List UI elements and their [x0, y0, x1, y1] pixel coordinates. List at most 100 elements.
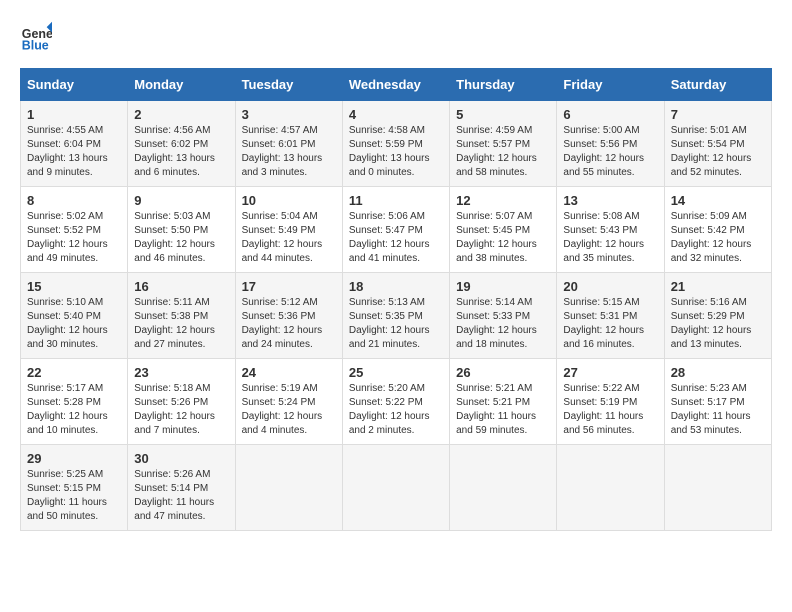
- day-number: 23: [134, 365, 228, 380]
- day-info: Sunrise: 5:00 AMSunset: 5:56 PMDaylight:…: [563, 124, 657, 180]
- day-cell: 18 Sunrise: 5:13 AMSunset: 5:35 PMDaylig…: [342, 273, 449, 359]
- day-cell: 15 Sunrise: 5:10 AMSunset: 5:40 PMDaylig…: [21, 273, 128, 359]
- day-cell: 27 Sunrise: 5:22 AMSunset: 5:19 PMDaylig…: [557, 359, 664, 445]
- day-info: Sunrise: 5:01 AMSunset: 5:54 PMDaylight:…: [671, 124, 765, 180]
- day-cell: 6 Sunrise: 5:00 AMSunset: 5:56 PMDayligh…: [557, 101, 664, 187]
- day-cell: 12 Sunrise: 5:07 AMSunset: 5:45 PMDaylig…: [450, 187, 557, 273]
- day-cell: 22 Sunrise: 5:17 AMSunset: 5:28 PMDaylig…: [21, 359, 128, 445]
- day-cell: 26 Sunrise: 5:21 AMSunset: 5:21 PMDaylig…: [450, 359, 557, 445]
- header-cell-sunday: Sunday: [21, 69, 128, 101]
- day-number: 7: [671, 107, 765, 122]
- day-info: Sunrise: 5:25 AMSunset: 5:15 PMDaylight:…: [27, 468, 121, 524]
- day-info: Sunrise: 5:18 AMSunset: 5:26 PMDaylight:…: [134, 382, 228, 438]
- day-number: 21: [671, 279, 765, 294]
- day-cell: 23 Sunrise: 5:18 AMSunset: 5:26 PMDaylig…: [128, 359, 235, 445]
- day-cell: 5 Sunrise: 4:59 AMSunset: 5:57 PMDayligh…: [450, 101, 557, 187]
- day-info: Sunrise: 5:20 AMSunset: 5:22 PMDaylight:…: [349, 382, 443, 438]
- day-cell: 3 Sunrise: 4:57 AMSunset: 6:01 PMDayligh…: [235, 101, 342, 187]
- day-info: Sunrise: 5:13 AMSunset: 5:35 PMDaylight:…: [349, 296, 443, 352]
- day-cell: [342, 445, 449, 531]
- day-info: Sunrise: 4:56 AMSunset: 6:02 PMDaylight:…: [134, 124, 228, 180]
- day-cell: [664, 445, 771, 531]
- day-cell: 13 Sunrise: 5:08 AMSunset: 5:43 PMDaylig…: [557, 187, 664, 273]
- day-info: Sunrise: 5:14 AMSunset: 5:33 PMDaylight:…: [456, 296, 550, 352]
- day-cell: 29 Sunrise: 5:25 AMSunset: 5:15 PMDaylig…: [21, 445, 128, 531]
- day-info: Sunrise: 4:58 AMSunset: 5:59 PMDaylight:…: [349, 124, 443, 180]
- day-info: Sunrise: 5:09 AMSunset: 5:42 PMDaylight:…: [671, 210, 765, 266]
- day-info: Sunrise: 5:15 AMSunset: 5:31 PMDaylight:…: [563, 296, 657, 352]
- header-row: SundayMondayTuesdayWednesdayThursdayFrid…: [21, 69, 772, 101]
- day-cell: 16 Sunrise: 5:11 AMSunset: 5:38 PMDaylig…: [128, 273, 235, 359]
- day-info: Sunrise: 5:23 AMSunset: 5:17 PMDaylight:…: [671, 382, 765, 438]
- page-header: General Blue: [20, 20, 772, 52]
- day-cell: 10 Sunrise: 5:04 AMSunset: 5:49 PMDaylig…: [235, 187, 342, 273]
- day-number: 19: [456, 279, 550, 294]
- day-number: 20: [563, 279, 657, 294]
- day-cell: 11 Sunrise: 5:06 AMSunset: 5:47 PMDaylig…: [342, 187, 449, 273]
- day-info: Sunrise: 5:26 AMSunset: 5:14 PMDaylight:…: [134, 468, 228, 524]
- day-number: 22: [27, 365, 121, 380]
- day-cell: 21 Sunrise: 5:16 AMSunset: 5:29 PMDaylig…: [664, 273, 771, 359]
- day-number: 4: [349, 107, 443, 122]
- day-number: 2: [134, 107, 228, 122]
- day-cell: [235, 445, 342, 531]
- day-cell: 17 Sunrise: 5:12 AMSunset: 5:36 PMDaylig…: [235, 273, 342, 359]
- day-number: 9: [134, 193, 228, 208]
- day-info: Sunrise: 5:10 AMSunset: 5:40 PMDaylight:…: [27, 296, 121, 352]
- header-cell-thursday: Thursday: [450, 69, 557, 101]
- day-cell: [450, 445, 557, 531]
- header-cell-monday: Monday: [128, 69, 235, 101]
- day-cell: 20 Sunrise: 5:15 AMSunset: 5:31 PMDaylig…: [557, 273, 664, 359]
- logo: General Blue: [20, 20, 56, 52]
- day-number: 18: [349, 279, 443, 294]
- day-cell: 14 Sunrise: 5:09 AMSunset: 5:42 PMDaylig…: [664, 187, 771, 273]
- header-cell-saturday: Saturday: [664, 69, 771, 101]
- day-number: 11: [349, 193, 443, 208]
- day-number: 6: [563, 107, 657, 122]
- day-cell: 7 Sunrise: 5:01 AMSunset: 5:54 PMDayligh…: [664, 101, 771, 187]
- week-row-3: 15 Sunrise: 5:10 AMSunset: 5:40 PMDaylig…: [21, 273, 772, 359]
- day-number: 14: [671, 193, 765, 208]
- day-info: Sunrise: 5:12 AMSunset: 5:36 PMDaylight:…: [242, 296, 336, 352]
- day-info: Sunrise: 5:06 AMSunset: 5:47 PMDaylight:…: [349, 210, 443, 266]
- day-cell: 24 Sunrise: 5:19 AMSunset: 5:24 PMDaylig…: [235, 359, 342, 445]
- day-number: 5: [456, 107, 550, 122]
- day-number: 15: [27, 279, 121, 294]
- day-cell: [557, 445, 664, 531]
- day-cell: 28 Sunrise: 5:23 AMSunset: 5:17 PMDaylig…: [664, 359, 771, 445]
- day-number: 26: [456, 365, 550, 380]
- day-cell: 1 Sunrise: 4:55 AMSunset: 6:04 PMDayligh…: [21, 101, 128, 187]
- day-number: 12: [456, 193, 550, 208]
- day-number: 10: [242, 193, 336, 208]
- day-number: 29: [27, 451, 121, 466]
- day-info: Sunrise: 5:19 AMSunset: 5:24 PMDaylight:…: [242, 382, 336, 438]
- day-number: 3: [242, 107, 336, 122]
- day-info: Sunrise: 5:21 AMSunset: 5:21 PMDaylight:…: [456, 382, 550, 438]
- day-number: 8: [27, 193, 121, 208]
- logo-icon: General Blue: [20, 20, 52, 52]
- day-cell: 9 Sunrise: 5:03 AMSunset: 5:50 PMDayligh…: [128, 187, 235, 273]
- week-row-5: 29 Sunrise: 5:25 AMSunset: 5:15 PMDaylig…: [21, 445, 772, 531]
- day-number: 25: [349, 365, 443, 380]
- day-cell: 19 Sunrise: 5:14 AMSunset: 5:33 PMDaylig…: [450, 273, 557, 359]
- header-cell-tuesday: Tuesday: [235, 69, 342, 101]
- day-number: 13: [563, 193, 657, 208]
- day-number: 1: [27, 107, 121, 122]
- day-cell: 30 Sunrise: 5:26 AMSunset: 5:14 PMDaylig…: [128, 445, 235, 531]
- day-number: 27: [563, 365, 657, 380]
- week-row-1: 1 Sunrise: 4:55 AMSunset: 6:04 PMDayligh…: [21, 101, 772, 187]
- week-row-4: 22 Sunrise: 5:17 AMSunset: 5:28 PMDaylig…: [21, 359, 772, 445]
- day-info: Sunrise: 5:17 AMSunset: 5:28 PMDaylight:…: [27, 382, 121, 438]
- day-info: Sunrise: 5:16 AMSunset: 5:29 PMDaylight:…: [671, 296, 765, 352]
- day-info: Sunrise: 4:57 AMSunset: 6:01 PMDaylight:…: [242, 124, 336, 180]
- day-number: 28: [671, 365, 765, 380]
- day-info: Sunrise: 5:22 AMSunset: 5:19 PMDaylight:…: [563, 382, 657, 438]
- day-info: Sunrise: 5:03 AMSunset: 5:50 PMDaylight:…: [134, 210, 228, 266]
- day-info: Sunrise: 5:07 AMSunset: 5:45 PMDaylight:…: [456, 210, 550, 266]
- day-info: Sunrise: 4:55 AMSunset: 6:04 PMDaylight:…: [27, 124, 121, 180]
- day-info: Sunrise: 4:59 AMSunset: 5:57 PMDaylight:…: [456, 124, 550, 180]
- day-number: 30: [134, 451, 228, 466]
- day-cell: 4 Sunrise: 4:58 AMSunset: 5:59 PMDayligh…: [342, 101, 449, 187]
- day-info: Sunrise: 5:04 AMSunset: 5:49 PMDaylight:…: [242, 210, 336, 266]
- day-cell: 25 Sunrise: 5:20 AMSunset: 5:22 PMDaylig…: [342, 359, 449, 445]
